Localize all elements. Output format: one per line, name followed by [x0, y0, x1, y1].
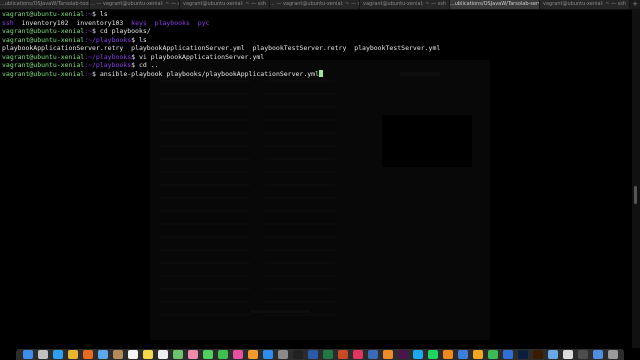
firefox-icon[interactable]	[82, 350, 93, 359]
maps-icon[interactable]	[172, 350, 183, 359]
prompt-user: vagrant@ubuntu-xenial	[2, 69, 85, 78]
terminal-cursor	[319, 69, 323, 77]
excel-icon[interactable]	[322, 350, 333, 359]
prompt-path: :~/playbooks	[84, 52, 132, 61]
command-text: $ ls	[92, 10, 108, 18]
command-text: $ vi playbookApplicationServer.yml	[131, 52, 265, 61]
prompt-path: :~/playbooks	[84, 35, 132, 44]
terminal-line: vagrant@ubuntu-xenial:~$ cd playbooks/	[2, 27, 632, 36]
contacts-icon[interactable]	[112, 350, 123, 359]
mail-icon[interactable]	[97, 350, 108, 359]
command-text: $ ls	[131, 35, 147, 44]
messages-icon[interactable]	[202, 350, 213, 359]
photos-icon[interactable]	[187, 350, 198, 359]
activity-monitor-icon[interactable]	[577, 350, 588, 359]
dock	[16, 349, 624, 360]
word-icon[interactable]	[307, 350, 318, 359]
terminal-tab[interactable]: vagrant@ubuntu-xenial: ~ — ssh	[180, 0, 270, 9]
downloads-icon[interactable]	[592, 350, 603, 359]
launchpad-icon[interactable]	[37, 350, 48, 359]
terminal-tab[interactable]: vagrant@ubuntu-xenial: ~ — ssh	[360, 0, 450, 9]
photoshop-icon[interactable]	[517, 350, 528, 359]
safari-icon[interactable]	[52, 350, 63, 359]
itunes-icon[interactable]	[232, 350, 243, 359]
facetime-icon[interactable]	[217, 350, 228, 359]
illustrator-icon[interactable]	[532, 350, 543, 359]
numbers-icon[interactable]	[487, 350, 498, 359]
terminal-line: vagrant@ubuntu-xenial:~/playbooks$ vi pl…	[2, 53, 632, 62]
prompt-path: :~/playbooks	[84, 61, 132, 69]
dir-entry: keys	[131, 18, 147, 27]
prompt-user: vagrant@ubuntu-xenial	[2, 10, 85, 18]
xcode-icon[interactable]	[502, 350, 513, 359]
dir-entry: playbooks	[154, 18, 190, 27]
app-store-icon[interactable]	[262, 350, 273, 359]
terminal-tab[interactable]: vagrant@ubuntu-xenial: ~ — ssh	[540, 0, 630, 9]
vlc-icon[interactable]	[442, 350, 453, 359]
virtualbox-icon[interactable]	[367, 350, 378, 359]
pages-icon[interactable]	[472, 350, 483, 359]
spotify-icon[interactable]	[427, 350, 438, 359]
command-text: $ cd ..	[131, 61, 159, 69]
reminders-icon[interactable]	[157, 350, 168, 359]
preview-icon[interactable]	[547, 350, 558, 359]
terminal-line: vagrant@ubuntu-xenial:~$ ls	[2, 10, 632, 19]
prompt-user: vagrant@ubuntu-xenial	[2, 35, 85, 44]
ls-output: playbookApplicationServer.retry playbook…	[2, 44, 441, 52]
file-entry: inventory102	[21, 18, 69, 27]
terminal-scrollbar[interactable]	[632, 10, 640, 348]
terminal-line: vagrant@ubuntu-xenial:~$ ansible-playboo…	[2, 69, 632, 79]
terminal-line: ssh inventory102 inventory103 keys playb…	[2, 19, 632, 28]
system-preferences-icon[interactable]	[277, 350, 288, 359]
prompt-user: vagrant@ubuntu-xenial	[2, 52, 85, 61]
terminal-line: vagrant@ubuntu-xenial:~/playbooks$ ls	[2, 36, 632, 45]
terminal-line: playbookApplicationServer.retry playbook…	[2, 44, 632, 53]
file-entry: inventory103	[76, 18, 124, 27]
keynote-icon[interactable]	[457, 350, 468, 359]
sublime-icon[interactable]	[382, 350, 393, 359]
intellij-icon[interactable]	[352, 350, 363, 359]
prompt-path: :~	[84, 27, 93, 35]
prompt-path: :~	[84, 69, 93, 78]
dir-entry: pyc	[197, 18, 210, 27]
prompt-user: vagrant@ubuntu-xenial	[2, 61, 85, 69]
chrome-icon[interactable]	[67, 350, 78, 359]
terminal-line: vagrant@ubuntu-xenial:~/playbooks$ cd ..	[2, 61, 632, 70]
dir-entry: ssh	[2, 18, 14, 27]
terminal-icon[interactable]	[292, 350, 303, 359]
terminal-tab[interactable]: ...ublications/OSJavaW/Tarsolab-tools2 —…	[0, 0, 90, 9]
new-tab-icon[interactable]: +	[630, 0, 640, 9]
notes-icon[interactable]	[142, 350, 153, 359]
calendar-icon[interactable]	[127, 350, 138, 359]
powerpoint-icon[interactable]	[337, 350, 348, 359]
terminal-tab-bar: ...ublications/OSJavaW/Tarsolab-tools2 —…	[0, 0, 640, 10]
scrollbar-thumb[interactable]	[634, 186, 637, 204]
terminal-tab[interactable]: ... — vagrant@ubuntu-xenial: ~ — ssh	[90, 0, 180, 9]
finder-icon[interactable]	[22, 350, 33, 359]
prompt-user: vagrant@ubuntu-xenial	[2, 27, 85, 35]
ibooks-icon[interactable]	[247, 350, 258, 359]
command-text: $ cd playbooks/	[92, 27, 151, 35]
terminal-tab-active[interactable]: ...ublications/OSJavaW/Tarsolab-service …	[450, 0, 540, 9]
terminal-tab[interactable]: ... — vagrant@ubuntu-xenial: ~ — ssh	[270, 0, 360, 9]
trash-icon[interactable]	[607, 350, 618, 359]
slack-icon[interactable]	[397, 350, 408, 359]
textedit-icon[interactable]	[562, 350, 573, 359]
prompt-path: :~	[84, 10, 93, 18]
skype-icon[interactable]	[412, 350, 423, 359]
command-input[interactable]: $ ansible-playbook playbooks/playbookApp…	[92, 70, 319, 78]
terminal-output[interactable]: vagrant@ubuntu-xenial:~$ ls ssh inventor…	[0, 10, 632, 348]
